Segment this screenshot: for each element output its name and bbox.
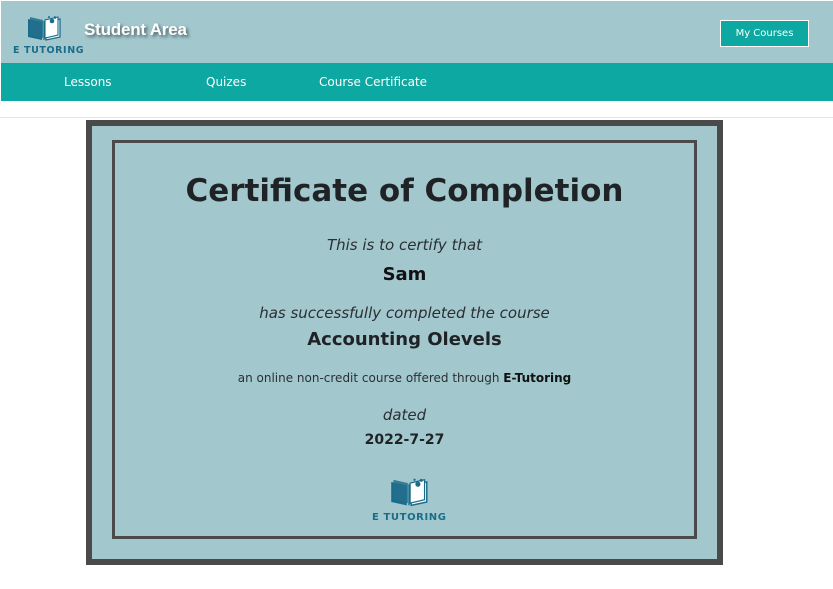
certificate-title: Certificate of Completion bbox=[185, 173, 624, 209]
logo-text: E TUTORING bbox=[13, 45, 85, 56]
nav-item-lessons[interactable]: Lessons bbox=[64, 75, 112, 89]
completed-text: has successfully completed the course bbox=[259, 304, 550, 322]
nav-item-course-certificate[interactable]: Course Certificate bbox=[319, 75, 427, 89]
header: E TUTORING Student Area My Courses bbox=[1, 1, 833, 63]
main-nav: Lessons Quizes Course Certificate bbox=[1, 63, 833, 101]
site-logo[interactable]: E TUTORING bbox=[11, 15, 84, 59]
page-title: Student Area bbox=[84, 20, 187, 39]
certify-text: This is to certify that bbox=[326, 236, 483, 254]
offered-prefix: an online non-credit course offered thro… bbox=[237, 371, 500, 385]
certificate-inner-border: Certificate of Completion This is to cer… bbox=[112, 140, 697, 539]
nav-item-quizes[interactable]: Quizes bbox=[206, 75, 246, 89]
offered-text: an online non-credit course offered thro… bbox=[115, 371, 694, 385]
open-book-icon bbox=[391, 478, 428, 507]
certificate: Certificate of Completion This is to cer… bbox=[86, 120, 723, 565]
certificate-date: 2022-7-27 bbox=[364, 432, 445, 448]
certificate-logo-text: E TUTORING bbox=[372, 512, 447, 523]
student-name: Sam bbox=[382, 264, 427, 285]
open-book-icon bbox=[28, 16, 61, 41]
course-name: Accounting Olevels bbox=[307, 329, 502, 350]
divider bbox=[0, 117, 833, 118]
certificate-logo: E TUTORING bbox=[372, 477, 446, 525]
my-courses-button[interactable]: My Courses bbox=[720, 20, 809, 47]
offered-by: E-Tutoring bbox=[503, 371, 572, 385]
dated-label: dated bbox=[382, 406, 427, 424]
